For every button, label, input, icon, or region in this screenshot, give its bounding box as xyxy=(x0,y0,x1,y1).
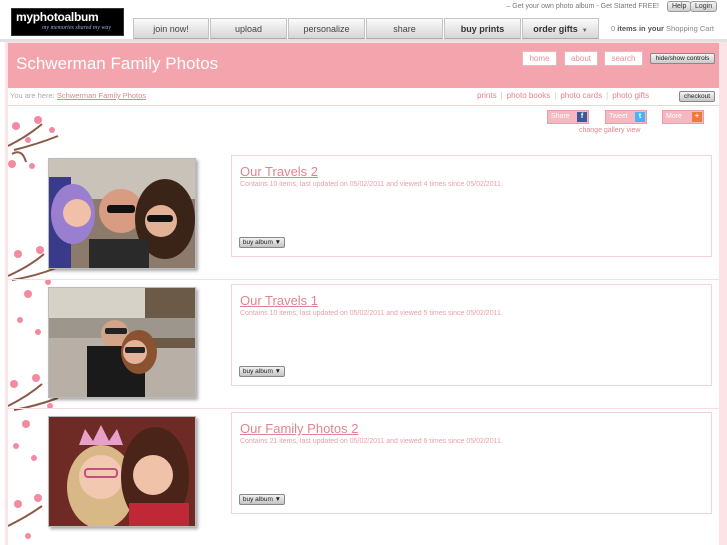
cart-count: 0 xyxy=(611,24,616,33)
facebook-icon: f xyxy=(577,112,587,122)
breadcrumb-prefix: You are here: xyxy=(10,91,55,100)
logo-wordmark: myphotoalbum xyxy=(16,10,99,24)
album-meta: Contains 10 items, last updated on 05/02… xyxy=(240,310,503,317)
album-divider xyxy=(8,279,719,280)
nav-tab-share[interactable]: share xyxy=(366,18,443,39)
nav-tab-buy-prints[interactable]: buy prints xyxy=(444,18,521,39)
album-thumbnail[interactable] xyxy=(48,158,196,269)
album-thumbnail[interactable] xyxy=(48,416,196,527)
nav-tab-order-gifts-label: order gifts xyxy=(533,24,578,34)
travel-photo-thumbnail xyxy=(49,288,195,397)
nav-tab-order-gifts[interactable]: order gifts ▼ xyxy=(522,18,599,39)
about-button[interactable]: about xyxy=(564,51,598,66)
site-logo[interactable]: myphotoalbum my memories shared my way xyxy=(11,8,124,36)
photo-cards-link[interactable]: photo cards xyxy=(560,91,602,100)
link-separator: | xyxy=(606,91,609,100)
search-button[interactable]: search xyxy=(604,51,643,66)
hide-show-controls-button[interactable]: hide/show controls xyxy=(650,53,715,64)
album-card: Our Travels 1 Contains 10 items, last up… xyxy=(231,284,712,386)
nav-tab-join[interactable]: join now! xyxy=(133,18,209,39)
tweet-button[interactable]: Tweet t xyxy=(605,110,647,124)
cart-label: Shopping Cart xyxy=(666,24,714,33)
family-photo-thumbnail xyxy=(49,417,195,526)
album-divider xyxy=(8,408,719,409)
album-meta: Contains 10 items, last updated on 05/02… xyxy=(240,181,503,188)
album-card: Our Family Photos 2 Contains 21 items, l… xyxy=(231,412,712,514)
album-card: Our Travels 2 Contains 10 items, last up… xyxy=(231,155,712,257)
photo-books-link[interactable]: photo books xyxy=(507,91,551,100)
main-nav: join now! upload personalize share buy p… xyxy=(133,18,600,39)
product-links: prints | photo books | photo cards | photo gif… xyxy=(477,91,649,100)
change-gallery-view-link[interactable]: change gallery view xyxy=(579,127,640,134)
nav-tab-upload[interactable]: upload xyxy=(210,18,287,39)
shopping-cart-link[interactable]: 0 items in your Shopping Cart xyxy=(611,24,714,33)
link-separator: | xyxy=(500,91,503,100)
album-title-link[interactable]: Our Family Photos 2 xyxy=(240,421,359,436)
page-title: Schwerman Family Photos xyxy=(16,54,219,73)
gallery-header: Schwerman Family Photos home about searc… xyxy=(8,43,719,88)
get-started-link[interactable]: – Get your own photo album - Get Started… xyxy=(506,3,659,10)
album-meta: Contains 21 items, last updated on 05/02… xyxy=(240,438,503,445)
cart-items-label: items in your xyxy=(617,24,664,33)
more-share-button[interactable]: More + xyxy=(662,110,704,124)
login-button[interactable]: Login xyxy=(690,1,718,12)
home-button[interactable]: home xyxy=(522,51,557,66)
nav-tab-personalize[interactable]: personalize xyxy=(288,18,365,39)
logo-tagline: my memories shared my way xyxy=(42,25,112,31)
more-label: More xyxy=(666,113,682,120)
share-label: Share xyxy=(551,113,570,120)
help-button[interactable]: Help xyxy=(667,1,692,12)
prints-link[interactable]: prints xyxy=(477,91,497,100)
chevron-down-icon: ▼ xyxy=(581,28,588,34)
breadcrumb-current[interactable]: Schwerman Family Photos xyxy=(57,91,146,100)
buy-album-button[interactable]: buy album ▼ xyxy=(239,494,285,505)
checkout-button[interactable]: checkout xyxy=(679,91,715,102)
tweet-label: Tweet xyxy=(609,113,628,120)
family-photo-thumbnail xyxy=(49,159,195,268)
add-icon: + xyxy=(692,112,702,122)
buy-album-button[interactable]: buy album ▼ xyxy=(239,237,285,248)
facebook-share-button[interactable]: Share f xyxy=(547,110,589,124)
twitter-icon: t xyxy=(635,112,645,122)
buy-album-button[interactable]: buy album ▼ xyxy=(239,366,285,377)
breadcrumb: You are here: Schwerman Family Photos xyxy=(10,91,146,100)
album-title-link[interactable]: Our Travels 2 xyxy=(240,164,318,179)
album-title-link[interactable]: Our Travels 1 xyxy=(240,293,318,308)
sub-bar: You are here: Schwerman Family Photos pr… xyxy=(8,88,719,106)
album-thumbnail[interactable] xyxy=(48,287,196,398)
link-separator: | xyxy=(554,91,557,100)
photo-gifts-link[interactable]: photo gifts xyxy=(612,91,649,100)
